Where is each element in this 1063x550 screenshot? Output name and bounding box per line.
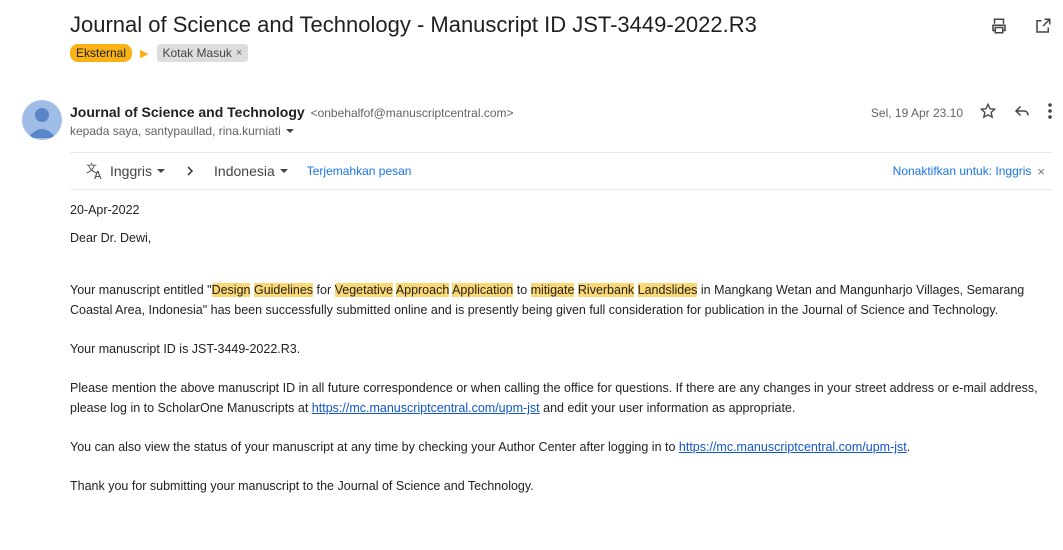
sender-email: <onbehalfof@manuscriptcentral.com> xyxy=(310,106,514,120)
message-date: Sel, 19 Apr 23.10 xyxy=(870,105,963,120)
paragraph-correspondence: Please mention the above manuscript ID i… xyxy=(70,381,1038,415)
recipients[interactable]: kepada saya, santypaullad, rina.kurniati xyxy=(70,124,295,138)
source-language: Inggris xyxy=(110,163,153,179)
recipients-text: kepada saya, santypaullad, rina.kurniati xyxy=(70,124,281,138)
author-center-link[interactable]: https://mc.manuscriptcentral.com/upm-jst xyxy=(679,440,907,454)
label-external[interactable]: Eksternal xyxy=(70,44,133,62)
important-marker-icon[interactable]: ▶ xyxy=(140,47,148,60)
sender-name[interactable]: Journal of Science and Technology xyxy=(70,104,305,120)
email-body: 20-Apr-2022 Dear Dr. Dewi, Your manuscri… xyxy=(70,200,1060,496)
chevron-down-icon xyxy=(279,169,288,173)
star-icon[interactable] xyxy=(979,102,997,123)
paragraph-thanks: Thank you for submitting your manuscript… xyxy=(70,479,534,493)
greeting: Dear Dr. Dewi, xyxy=(70,231,152,245)
label-inbox[interactable]: Kotak Masuk × xyxy=(156,44,249,62)
translate-message-link[interactable]: Terjemahkan pesan xyxy=(307,164,412,178)
sender-line: Journal of Science and Technology <onbeh… xyxy=(70,104,514,120)
reply-icon[interactable] xyxy=(1013,102,1031,123)
subject-actions xyxy=(987,14,1055,38)
label-chips: Eksternal ▶ Kotak Masuk × xyxy=(70,44,249,62)
message-meta: Sel, 19 Apr 23.10 xyxy=(871,102,1053,123)
email-subject: Journal of Science and Technology - Manu… xyxy=(70,12,757,37)
print-icon[interactable] xyxy=(987,14,1011,38)
svg-text:A: A xyxy=(94,169,102,180)
open-in-new-window-icon[interactable] xyxy=(1031,14,1055,38)
chevron-down-icon[interactable] xyxy=(285,126,295,136)
translate-icon: 文A xyxy=(86,162,102,180)
target-language: Indonesia xyxy=(214,163,275,179)
arrow-right-icon xyxy=(184,165,196,177)
close-translation-button[interactable]: × xyxy=(1037,164,1045,179)
more-options-icon[interactable] xyxy=(1047,102,1053,123)
disable-translation: Nonaktifkan untuk: Inggris × xyxy=(893,164,1045,179)
paragraph-manuscript-id: Your manuscript ID is JST-3449-2022.R3. xyxy=(70,342,301,356)
source-language-select[interactable]: 文A Inggris xyxy=(86,162,166,180)
label-inbox-text: Kotak Masuk xyxy=(162,46,232,60)
letter-date: 20-Apr-2022 xyxy=(70,203,140,217)
disable-translation-link[interactable]: Nonaktifkan untuk: Inggris xyxy=(893,164,1032,178)
chevron-down-icon xyxy=(157,169,166,173)
remove-label-button[interactable]: × xyxy=(236,47,242,59)
paragraph-status: You can also view the status of your man… xyxy=(70,440,911,454)
target-language-select[interactable]: Indonesia xyxy=(214,163,289,179)
paragraph-submission: Your manuscript entitled "Design Guideli… xyxy=(70,283,1025,317)
translate-bar: 文A Inggris Indonesia Terjemahkan pesan N… xyxy=(70,152,1053,190)
scholarone-link[interactable]: https://mc.manuscriptcentral.com/upm-jst xyxy=(312,401,540,415)
avatar[interactable] xyxy=(22,100,62,140)
